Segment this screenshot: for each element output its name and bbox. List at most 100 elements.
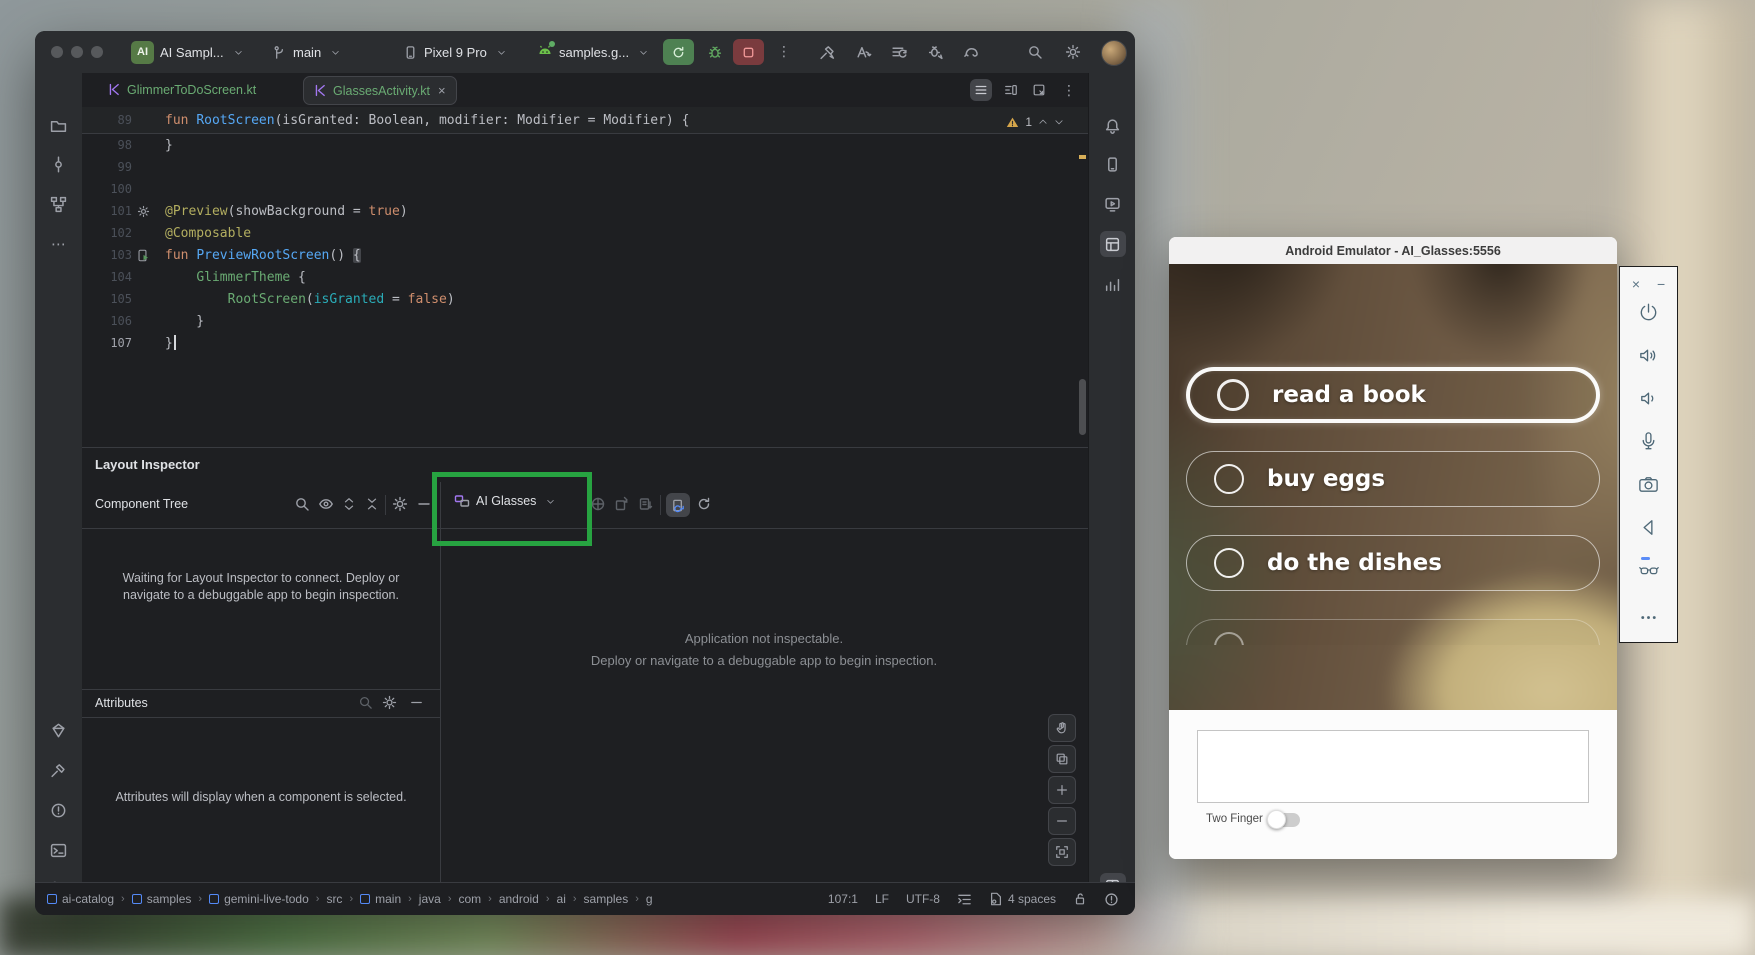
glasses-mode-icon[interactable]: [1637, 559, 1661, 586]
line-separator[interactable]: LF: [875, 892, 889, 906]
device-manager-tool-button[interactable]: [1100, 151, 1126, 177]
tab-options-icon[interactable]: ⋮: [1058, 79, 1080, 101]
breadcrumb-item[interactable]: src: [326, 892, 342, 906]
touchpad-input-area[interactable]: [1197, 730, 1589, 803]
two-finger-toggle[interactable]: [1270, 813, 1300, 827]
collapse-all-icon[interactable]: [365, 496, 379, 515]
running-devices-tool-button[interactable]: [1100, 191, 1126, 217]
editor-list-view-icon[interactable]: [970, 79, 992, 101]
apply-code-changes-icon[interactable]: [891, 44, 908, 64]
camera-icon[interactable]: [1637, 473, 1660, 496]
run-preview-icon[interactable]: [137, 249, 150, 262]
inspections-widget[interactable]: 1: [1006, 115, 1064, 129]
breadcrumb-item[interactable]: com: [458, 892, 481, 906]
todo-item[interactable]: [1186, 619, 1600, 645]
indent-options-icon[interactable]: [957, 892, 972, 907]
tab-glassesactivity[interactable]: GlassesActivity.kt ×: [303, 76, 457, 105]
rerun-button[interactable]: [663, 39, 694, 65]
build-tool-button[interactable]: [46, 757, 72, 783]
breadcrumb-item[interactable]: gemini-live-todo: [209, 892, 309, 906]
user-avatar[interactable]: [1101, 40, 1127, 66]
commit-tool-button[interactable]: [46, 151, 72, 177]
run-configuration-selector[interactable]: samples.g...: [537, 31, 648, 73]
tab-glimmertodoscreen[interactable]: GlimmerToDoScreen.kt: [98, 76, 266, 103]
prev-problem-icon[interactable]: [1038, 117, 1048, 127]
device-selector[interactable]: Pixel 9 Pro: [403, 31, 506, 73]
emulator-titlebar[interactable]: Android Emulator - AI_Glasses:5556: [1169, 237, 1617, 264]
search-icon[interactable]: [358, 695, 373, 713]
gradle-sync-icon[interactable]: [963, 44, 980, 64]
emulator-close-icon[interactable]: ×: [1632, 276, 1640, 292]
caret-position[interactable]: 107:1: [828, 892, 858, 906]
structure-tool-button[interactable]: [46, 191, 72, 217]
tree-settings-gear-icon[interactable]: [392, 496, 408, 515]
emulator-screen[interactable]: read a book buy eggs do the dishes: [1169, 264, 1617, 710]
project-tool-button[interactable]: [46, 113, 72, 139]
build-run-icon[interactable]: [819, 44, 836, 64]
breadcrumb-item[interactable]: ai-catalog: [47, 892, 114, 906]
notifications-tool-button[interactable]: [1100, 113, 1126, 139]
hide-panel-icon[interactable]: [409, 695, 424, 713]
more-tools-button[interactable]: ⋯: [46, 231, 72, 257]
breadcrumb-item[interactable]: main: [360, 892, 401, 906]
todo-item[interactable]: read a book: [1186, 367, 1600, 423]
mic-icon[interactable]: [1637, 430, 1660, 453]
code-editor[interactable]: 89 fun RootScreen(isGranted: Boolean, mo…: [82, 107, 1088, 447]
todo-item[interactable]: buy eggs: [1186, 451, 1600, 507]
breadcrumb-item[interactable]: java: [419, 892, 441, 906]
code-line[interactable]: 107}: [82, 332, 1088, 354]
close-window-button[interactable]: [51, 46, 63, 58]
search-icon[interactable]: [294, 496, 310, 515]
vcs-branch-selector[interactable]: main: [272, 31, 340, 73]
apply-changes-icon[interactable]: [855, 44, 872, 64]
problems-tool-button[interactable]: [46, 797, 72, 823]
more-toolbar-actions[interactable]: ⋮: [777, 43, 791, 60]
code-line[interactable]: 99: [82, 156, 1088, 178]
indent-size[interactable]: 4 spaces: [989, 892, 1056, 906]
volume-up-icon[interactable]: [1637, 344, 1660, 367]
readonly-lock-icon[interactable]: [1073, 892, 1087, 906]
code-line[interactable]: 102@Composable: [82, 222, 1088, 244]
zoom-window-button[interactable]: [91, 46, 103, 58]
refresh-icon[interactable]: [696, 496, 712, 515]
file-encoding[interactable]: UTF-8: [906, 892, 940, 906]
stop-button[interactable]: [733, 39, 764, 65]
back-icon[interactable]: [1637, 516, 1660, 539]
breadcrumb-item[interactable]: ai: [557, 892, 566, 906]
todo-item[interactable]: do the dishes: [1186, 535, 1600, 591]
terminal-tool-button[interactable]: [46, 837, 72, 863]
filter-eye-icon[interactable]: [318, 496, 334, 515]
expand-all-icon[interactable]: [342, 496, 356, 515]
code-line[interactable]: 103fun PreviewRootScreen() {: [82, 244, 1088, 266]
layers-button[interactable]: [1048, 745, 1076, 773]
live-updates-toggle[interactable]: [666, 493, 690, 517]
code-line[interactable]: 105 RootScreen(isGranted = false): [82, 288, 1088, 310]
zoom-out-button[interactable]: [1048, 807, 1076, 835]
breadcrumb-item[interactable]: g: [646, 892, 653, 906]
project-selector[interactable]: AI AI Sampl...: [131, 31, 243, 73]
layout-inspector-tool-button[interactable]: [1100, 231, 1126, 257]
gear-icon[interactable]: [382, 695, 397, 713]
debug-button[interactable]: [699, 39, 730, 65]
todo-radio-icon[interactable]: [1217, 379, 1249, 411]
tab-close-icon[interactable]: ×: [438, 83, 446, 98]
code-line[interactable]: 98}: [82, 134, 1088, 156]
breadcrumb-item[interactable]: samples: [132, 892, 192, 906]
breadcrumb-item[interactable]: android: [499, 892, 539, 906]
breadcrumb-item[interactable]: samples: [584, 892, 629, 906]
todo-radio-icon[interactable]: [1214, 632, 1244, 645]
todo-radio-icon[interactable]: [1214, 464, 1244, 494]
inspection-status-icon[interactable]: [1104, 892, 1119, 907]
power-icon[interactable]: [1637, 301, 1660, 324]
expand-editor-icon[interactable]: [1028, 79, 1050, 101]
volume-down-icon[interactable]: [1637, 387, 1660, 410]
next-problem-icon[interactable]: [1054, 117, 1064, 127]
editor-scrollbar[interactable]: [1079, 379, 1086, 435]
attach-debugger-icon[interactable]: [927, 44, 944, 64]
zoom-in-button[interactable]: [1048, 776, 1076, 804]
minimize-window-button[interactable]: [71, 46, 83, 58]
code-line[interactable]: 104 GlimmerTheme {: [82, 266, 1088, 288]
resource-manager-tool-button[interactable]: [46, 717, 72, 743]
todo-radio-icon[interactable]: [1214, 548, 1244, 578]
code-line[interactable]: 100: [82, 178, 1088, 200]
